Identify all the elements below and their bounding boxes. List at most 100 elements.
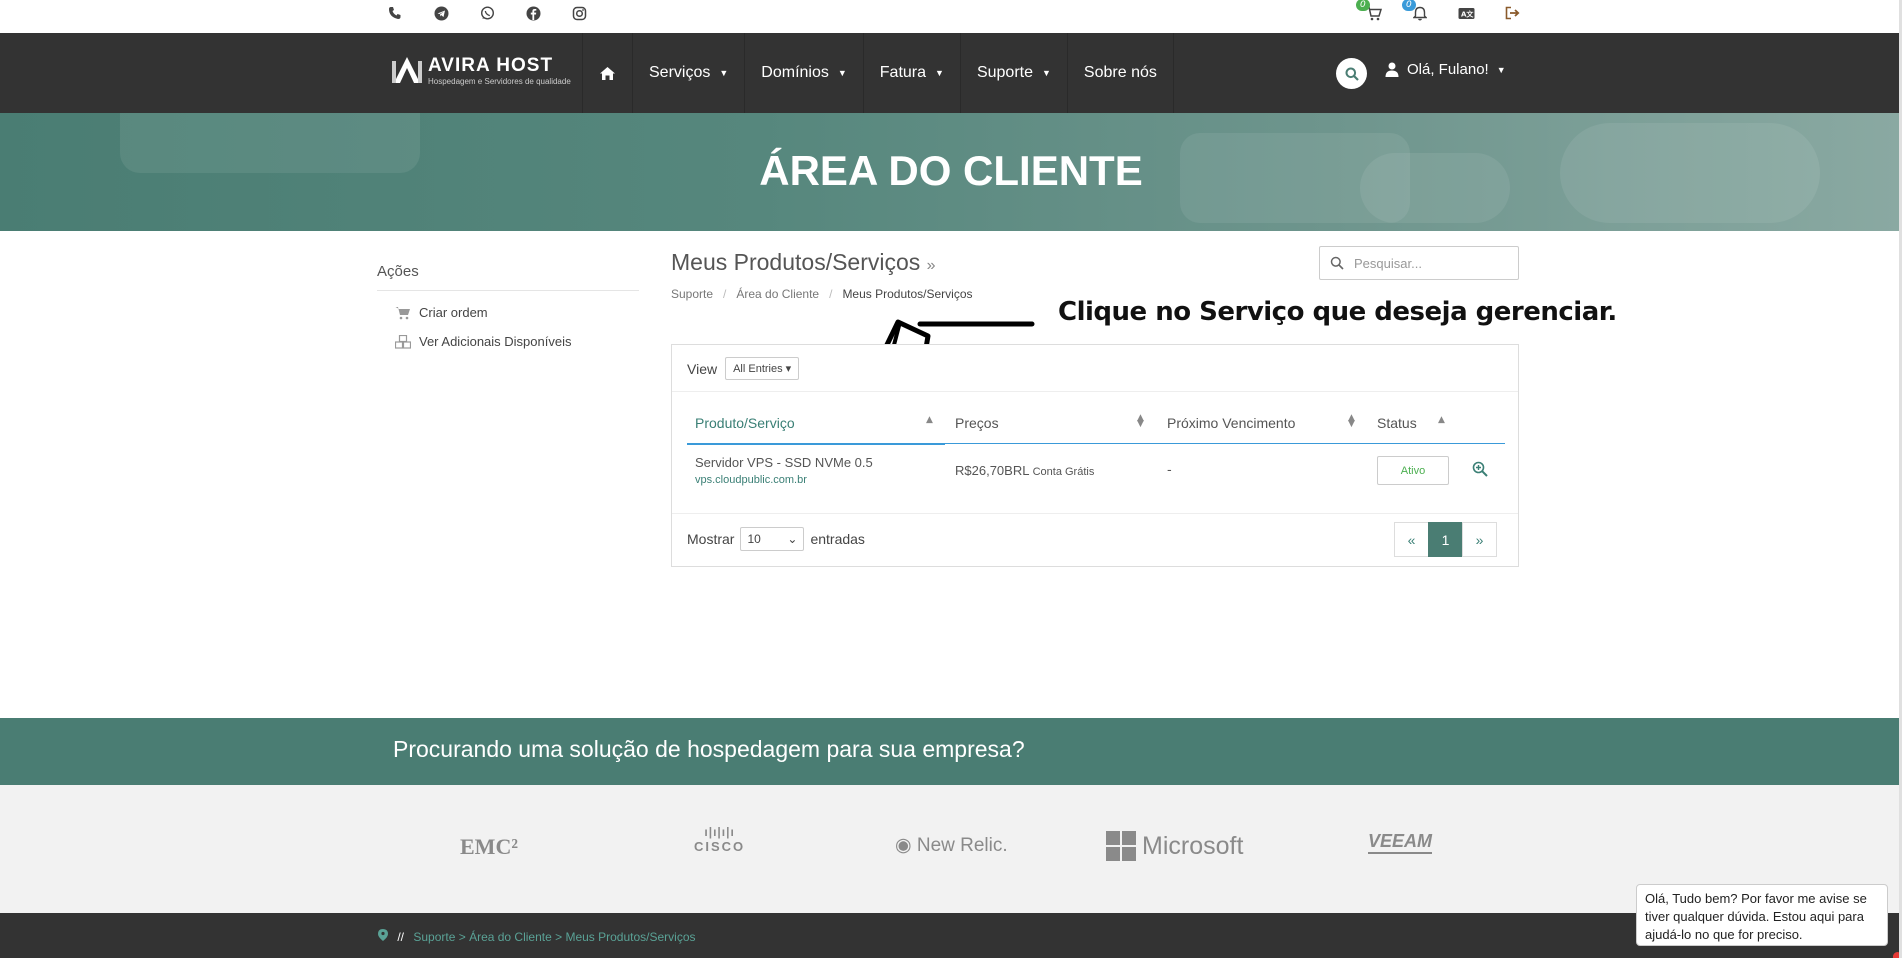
services-table-panel: View All Entries ▾ Produto/Serviço ▲ Pre… [671,344,1519,567]
nav-suporte[interactable]: Suporte ▼ [959,33,1067,113]
sort-both-icon[interactable]: ▲ ▼ [1137,414,1144,429]
breadcrumb-separator: / [723,287,727,301]
chat-bubble[interactable]: Olá, Tudo bem? Por favor me avise se tiv… [1636,884,1888,946]
nav-home[interactable] [582,33,632,113]
chevron-down-icon: ▼ [1496,64,1506,75]
table-search [1319,246,1519,280]
topbar-actions: 0 0 A文 [1356,0,1521,22]
pagination: « 1 » [1394,522,1497,557]
chevron-down-icon: ▼ [935,68,944,78]
partner-microsoft-name: Microsoft [1142,831,1244,860]
main-navbar: AVIRA HOST Hospedagem e Servidores de qu… [0,33,1902,113]
column-header-status[interactable]: Status [1377,415,1417,431]
row-due-date: - [1167,463,1172,478]
search-input[interactable] [1354,255,1504,271]
breadcrumb: Suporte / Área do Cliente / Meus Produto… [671,287,973,301]
cisco-bars-icon: ı|ı|ı|ı [704,825,735,839]
whatsapp-icon[interactable] [478,4,496,22]
partner-newrelic-logo: ◉ New Relic. [895,835,1008,856]
nav-sobre-nos-label: Sobre nós [1083,64,1157,81]
column-header-precos[interactable]: Preços [955,415,999,431]
promo-banner: Procurando uma solução de hospedagem par… [0,718,1902,785]
search-button[interactable] [1336,58,1367,89]
logo[interactable]: AVIRA HOST Hospedagem e Servidores de qu… [392,53,571,93]
svg-text:A文: A文 [1461,9,1474,18]
sort-both-icon[interactable]: ▲ ▼ [1348,414,1355,429]
pagination-prev[interactable]: « [1394,522,1429,557]
cart-count-badge: 0 [1356,0,1370,11]
sidebar-link-label: Ver Adicionais Disponíveis [419,334,572,349]
hero-banner: ÁREA DO CLIENTE [0,113,1902,231]
telegram-icon[interactable] [432,4,450,22]
page-size-select[interactable]: 10 ⌄ [740,527,805,551]
map-marker-icon [378,929,388,941]
partner-cisco-logo: ı|ı|ı|ı CISCO [694,825,745,854]
row-product-domain[interactable]: vps.cloudpublic.com.br [695,474,807,486]
user-icon [1385,62,1399,77]
page-hero-title: ÁREA DO CLIENTE [759,147,1143,194]
microsoft-grid-icon [1106,831,1136,861]
partner-microsoft-logo: Microsoft [1106,831,1243,861]
cubes-icon [395,334,411,349]
search-icon [1330,256,1344,270]
sidebar-link-criar-ordem[interactable]: Criar ordem [377,305,639,320]
column-header-vencimento[interactable]: Próximo Vencimento [1167,415,1295,431]
social-links [386,4,588,22]
facebook-icon[interactable] [524,4,542,22]
sidebar-link-ver-adicionais[interactable]: Ver Adicionais Disponíveis [377,334,639,349]
chevron-down-icon: ⌄ [787,532,798,546]
chevron-down-icon: ▼ [1042,68,1051,78]
promo-text: Procurando uma solução de hospedagem par… [393,736,1025,762]
sidebar-title: Ações [377,263,639,291]
view-select-value: All Entries [733,363,783,375]
nav-menu: Serviços ▼ Domínios ▼ Fatura ▼ Suporte ▼ Sob… [582,33,1174,113]
row-price-cycle: Conta Grátis [1032,466,1095,478]
chevron-down-icon: ▼ [719,68,729,78]
view-label: View [687,360,718,377]
chevron-down-icon: ▼ [837,68,847,78]
nav-servicos-label: Serviços [649,64,711,81]
view-select[interactable]: All Entries ▾ [725,357,800,380]
instruction-annotation: Clique no Serviço que deseja gerenciar. [1058,297,1617,327]
nav-dominios-label: Domínios [761,64,829,81]
sort-asc-icon[interactable]: ▲ [1438,415,1445,425]
page-title: Meus Produtos/Serviços » [671,249,936,276]
nav-sobre-nos[interactable]: Sobre nós [1066,33,1174,113]
cart-icon [395,306,410,319]
breadcrumb-area-cliente[interactable]: Área do Cliente [736,287,819,301]
nav-suporte-label: Suporte [976,64,1033,81]
zoom-in-icon[interactable] [1472,461,1488,477]
home-icon [600,66,615,80]
breadcrumb-current: Meus Produtos/Serviços [842,287,973,301]
breadcrumb-suporte[interactable]: Suporte [671,287,713,301]
topbar: 0 0 A文 [0,0,1902,33]
column-header-produto[interactable]: Produto/Serviço [695,415,795,431]
cart-icon[interactable]: 0 [1356,0,1383,22]
row-product-name[interactable]: Servidor VPS - SSD NVMe 0.5 [695,455,873,470]
page-title-text: Meus Produtos/Serviços [671,249,921,275]
logout-icon[interactable] [1503,4,1521,22]
nav-servicos[interactable]: Serviços ▼ [632,33,744,113]
nav-fatura[interactable]: Fatura ▼ [862,33,960,113]
footer-breadcrumb-links[interactable]: Suporte > Área do Cliente > Meus Produto… [413,930,695,944]
partner-newrelic-name: New Relic. [916,835,1008,856]
bell-icon[interactable]: 0 [1402,0,1429,22]
row-price-value: R$26,70BRL [955,463,1029,478]
nav-dominios[interactable]: Domínios ▼ [744,33,863,113]
logo-name: AVIRA HOST [428,55,554,76]
footer-breadcrumb-slash: // [397,930,405,944]
page-size-value: 10 [747,532,761,546]
pagination-next[interactable]: » [1462,522,1497,557]
footer-breadcrumb: // Suporte > Área do Cliente > Meus Prod… [378,929,696,944]
instagram-icon[interactable] [570,4,588,22]
phone-icon[interactable] [386,4,404,22]
pagination-page-1[interactable]: 1 [1428,522,1463,557]
sort-asc-icon[interactable]: ▲ [926,415,933,425]
language-icon[interactable]: A文 [1457,4,1475,22]
sidebar-link-label: Criar ordem [419,305,488,320]
status-badge[interactable]: Ativo [1377,456,1449,485]
breadcrumb-separator: / [829,287,833,301]
notification-count-badge: 0 [1402,0,1416,11]
user-menu[interactable]: Olá, Fulano! ▼ [1385,61,1506,78]
partners-strip: EMC² ı|ı|ı|ı CISCO ◉ New Relic. Microsof… [0,785,1902,913]
